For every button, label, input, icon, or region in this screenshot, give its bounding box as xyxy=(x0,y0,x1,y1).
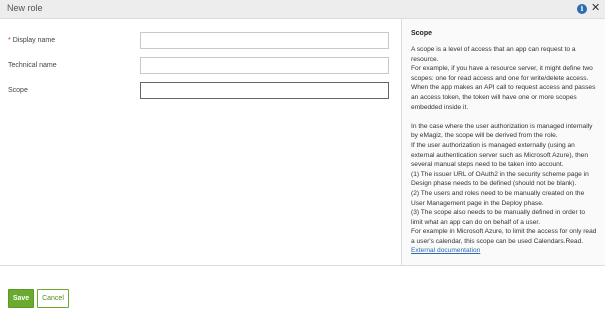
close-icon[interactable]: ✕ xyxy=(591,1,600,15)
scope-input[interactable] xyxy=(140,82,389,99)
dialog-header: New role i ✕ xyxy=(0,0,605,19)
help-paragraph: For example in Microsoft Azure, to limit… xyxy=(411,228,597,245)
external-documentation-link[interactable]: External documentation xyxy=(411,246,597,256)
info-icon[interactable]: i xyxy=(577,4,587,14)
technical-name-input[interactable] xyxy=(140,57,389,74)
help-title: Scope xyxy=(411,30,433,37)
help-body: A scope is a level of access that an app… xyxy=(411,45,597,246)
help-paragraph: (1) The issuer URL of OAuth2 in the secu… xyxy=(411,170,589,188)
save-button[interactable]: Save xyxy=(8,289,34,308)
dialog-footer: Save Cancel xyxy=(0,265,605,314)
display-name-label: * Display name xyxy=(8,37,56,44)
technical-name-label: Technical name xyxy=(8,62,57,69)
help-paragraph: (3) The scope also needs to be manually … xyxy=(411,209,585,226)
dialog-title: New role xyxy=(7,3,43,13)
help-paragraph: A scope is a level of access that an app… xyxy=(411,46,576,63)
help-panel: Scope A scope is a level of access that … xyxy=(401,19,605,265)
help-paragraph: For example, if you have a resource serv… xyxy=(411,65,596,111)
help-paragraph: In the case where the user authorization… xyxy=(411,122,593,140)
display-name-input[interactable] xyxy=(140,32,389,49)
cancel-button[interactable]: Cancel xyxy=(37,289,69,308)
new-role-dialog: New role i ✕ * Display name Technical nam… xyxy=(0,0,605,314)
required-marker: * xyxy=(8,37,11,44)
role-form: * Display name Technical name Scope xyxy=(0,19,400,265)
help-paragraph: If the user authorization is managed ext… xyxy=(411,141,589,169)
help-paragraph: (2) The users and roles need to be manua… xyxy=(411,189,585,207)
scope-label: Scope xyxy=(8,87,28,94)
